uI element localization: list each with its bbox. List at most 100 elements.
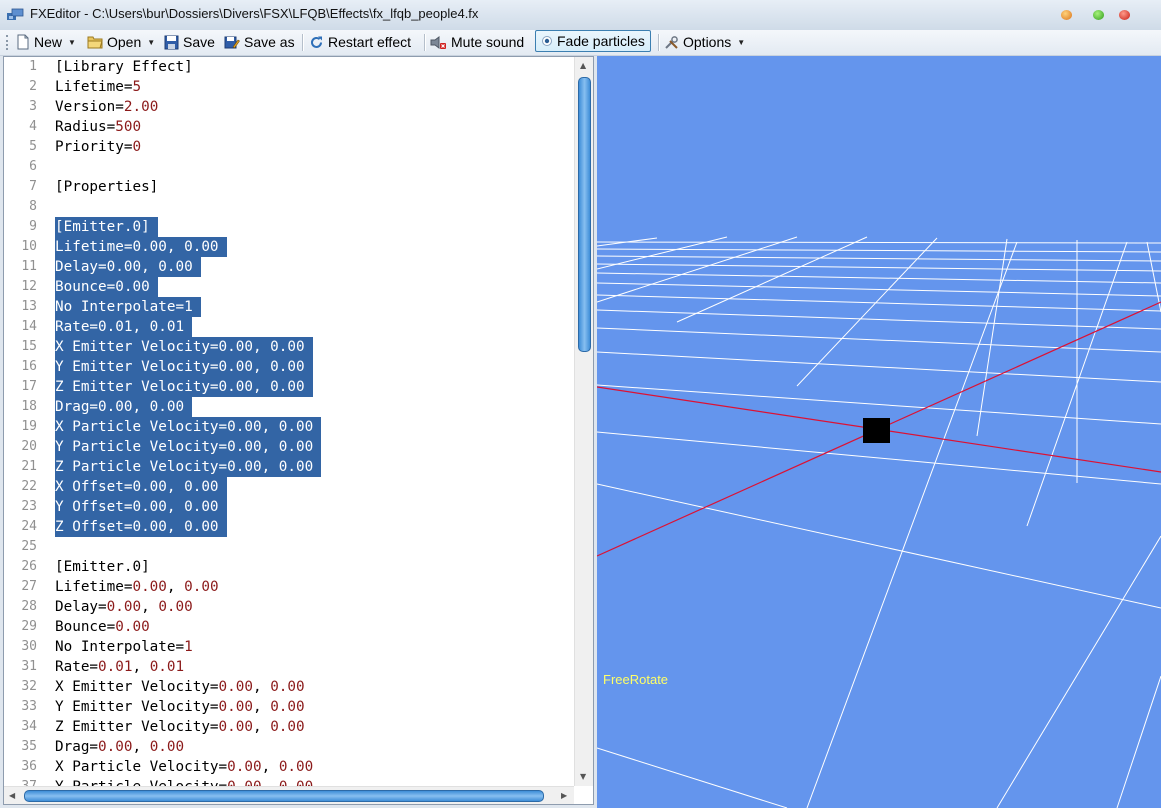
code-text[interactable]: [Properties] xyxy=(55,177,158,197)
code-text[interactable]: X Particle Velocity=0.00, 0.00 xyxy=(55,757,313,777)
code-line[interactable]: 28 Delay=0.00, 0.00 xyxy=(4,597,574,617)
code-line[interactable]: 33 Y Emitter Velocity=0.00, 0.00 xyxy=(4,697,574,717)
code-text[interactable]: Z Emitter Velocity=0.00, 0.00 xyxy=(55,717,305,737)
maximize-button[interactable] xyxy=(1093,10,1104,20)
selected-code-text[interactable]: Y Particle Velocity=0.00, 0.00 xyxy=(55,437,322,457)
code-line[interactable]: 32 X Emitter Velocity=0.00, 0.00 xyxy=(4,677,574,697)
code-line[interactable]: 26 [Emitter.0] xyxy=(4,557,574,577)
code-line[interactable]: 3 Version=2.00 xyxy=(4,97,574,117)
code-text[interactable]: Bounce=0.00 xyxy=(55,617,150,637)
code-text[interactable]: Lifetime=0.00, 0.00 xyxy=(55,577,219,597)
options-button[interactable]: Options ▼ xyxy=(664,32,745,52)
code-line[interactable]: 1 [Library Effect] xyxy=(4,57,574,77)
selected-code-text[interactable]: [Emitter.0] xyxy=(55,217,158,237)
selected-code-text[interactable]: Bounce=0.00 xyxy=(55,277,158,297)
line-number: 6 xyxy=(29,159,37,174)
code-text[interactable]: Version=2.00 xyxy=(55,97,158,117)
selected-code-text[interactable]: X Particle Velocity=0.00, 0.00 xyxy=(55,417,322,437)
code-line[interactable]: 27 Lifetime=0.00, 0.00 xyxy=(4,577,574,597)
code-line[interactable]: 7 [Properties] xyxy=(4,177,574,197)
code-text[interactable]: Drag=0.00, 0.00 xyxy=(55,737,184,757)
code-editor[interactable]: 1 [Library Effect] 2 Lifetime=5 3 Version=2.0… xyxy=(3,56,594,805)
code-line[interactable]: 5 Priority=0 xyxy=(4,137,574,157)
scroll-left-arrow-icon[interactable]: ◀ xyxy=(9,791,15,800)
code-line[interactable]: 31 Rate=0.01, 0.01 xyxy=(4,657,574,677)
selected-code-text[interactable]: Delay=0.00, 0.00 xyxy=(55,257,201,277)
code-text[interactable]: Delay=0.00, 0.00 xyxy=(55,597,193,617)
code-line[interactable]: 18 Drag=0.00, 0.00 xyxy=(4,397,574,417)
code-line[interactable]: 36 X Particle Velocity=0.00, 0.00 xyxy=(4,757,574,777)
selected-code-text[interactable]: Lifetime=0.00, 0.00 xyxy=(55,237,227,257)
selected-code-text[interactable]: Rate=0.01, 0.01 xyxy=(55,317,193,337)
line-number: 26 xyxy=(21,559,37,574)
code-line[interactable]: 23 Y Offset=0.00, 0.00 xyxy=(4,497,574,517)
restart-effect-button[interactable]: Restart effect xyxy=(309,32,411,52)
code-line[interactable]: 12 Bounce=0.00 xyxy=(4,277,574,297)
code-line[interactable]: 15 X Emitter Velocity=0.00, 0.00 xyxy=(4,337,574,357)
new-dropdown-arrow-icon[interactable]: ▼ xyxy=(68,38,76,47)
code-line[interactable]: 21 Z Particle Velocity=0.00, 0.00 xyxy=(4,457,574,477)
code-line[interactable]: 25 xyxy=(4,537,574,557)
code-line[interactable]: 4 Radius=500 xyxy=(4,117,574,137)
open-button[interactable]: Open ▼ xyxy=(87,32,155,52)
preview-scene[interactable] xyxy=(597,56,1161,808)
code-text[interactable]: Radius=500 xyxy=(55,117,141,137)
selected-code-text[interactable]: Z Emitter Velocity=0.00, 0.00 xyxy=(55,377,313,397)
close-button[interactable] xyxy=(1119,10,1130,20)
code-line[interactable]: 16 Y Emitter Velocity=0.00, 0.00 xyxy=(4,357,574,377)
code-line[interactable]: 30 No Interpolate=1 xyxy=(4,637,574,657)
code-line[interactable]: 35 Drag=0.00, 0.00 xyxy=(4,737,574,757)
code-text[interactable]: [Emitter.0] xyxy=(55,557,150,577)
code-text[interactable]: Y Emitter Velocity=0.00, 0.00 xyxy=(55,697,305,717)
scroll-up-arrow-icon[interactable]: ▲ xyxy=(580,61,586,70)
code-line[interactable]: 17 Z Emitter Velocity=0.00, 0.00 xyxy=(4,377,574,397)
code-text[interactable]: [Library Effect] xyxy=(55,57,193,77)
open-dropdown-arrow-icon[interactable]: ▼ xyxy=(147,38,155,47)
emitter-particle-marker[interactable] xyxy=(863,418,890,443)
code-line[interactable]: 9 [Emitter.0] xyxy=(4,217,574,237)
code-line[interactable]: 10 Lifetime=0.00, 0.00 xyxy=(4,237,574,257)
selected-code-text[interactable]: Z Particle Velocity=0.00, 0.00 xyxy=(55,457,322,477)
window-title: FXEditor - C:\Users\bur\Dossiers\Divers\… xyxy=(30,6,479,21)
code-line[interactable]: 24 Z Offset=0.00, 0.00 xyxy=(4,517,574,537)
effect-preview-viewport[interactable]: FreeRotate xyxy=(597,56,1161,808)
code-line[interactable]: 11 Delay=0.00, 0.00 xyxy=(4,257,574,277)
save-as-button[interactable]: Save as xyxy=(224,32,295,52)
code-line[interactable]: 34 Z Emitter Velocity=0.00, 0.00 xyxy=(4,717,574,737)
code-text[interactable]: Rate=0.01, 0.01 xyxy=(55,657,184,677)
minimize-button[interactable] xyxy=(1061,10,1072,20)
toolbar-grip[interactable] xyxy=(6,35,11,50)
selected-code-text[interactable]: Y Offset=0.00, 0.00 xyxy=(55,497,227,517)
mute-sound-button[interactable]: Mute sound xyxy=(430,32,524,52)
code-line[interactable]: 19 X Particle Velocity=0.00, 0.00 xyxy=(4,417,574,437)
fade-particles-toggle[interactable]: Fade particles xyxy=(535,30,651,52)
vertical-scroll-thumb[interactable] xyxy=(578,77,591,352)
line-number: 36 xyxy=(21,759,37,774)
selected-code-text[interactable]: X Offset=0.00, 0.00 xyxy=(55,477,227,497)
code-line[interactable]: 14 Rate=0.01, 0.01 xyxy=(4,317,574,337)
save-button[interactable]: Save xyxy=(164,32,215,52)
code-text[interactable]: Priority=0 xyxy=(55,137,141,157)
selected-code-text[interactable]: Y Emitter Velocity=0.00, 0.00 xyxy=(55,357,313,377)
code-text[interactable]: X Emitter Velocity=0.00, 0.00 xyxy=(55,677,305,697)
code-line[interactable]: 2 Lifetime=5 xyxy=(4,77,574,97)
selected-code-text[interactable]: Z Offset=0.00, 0.00 xyxy=(55,517,227,537)
options-dropdown-arrow-icon[interactable]: ▼ xyxy=(737,38,745,47)
selected-code-text[interactable]: No Interpolate=1 xyxy=(55,297,201,317)
selected-code-text[interactable]: Drag=0.00, 0.00 xyxy=(55,397,193,417)
horizontal-scroll-thumb[interactable] xyxy=(24,790,544,802)
horizontal-scrollbar[interactable]: ◀ ▶ xyxy=(4,786,574,804)
code-text[interactable]: Lifetime=5 xyxy=(55,77,141,97)
new-button[interactable]: New ▼ xyxy=(16,32,76,52)
scroll-right-arrow-icon[interactable]: ▶ xyxy=(561,791,567,800)
code-line[interactable]: 29 Bounce=0.00 xyxy=(4,617,574,637)
code-line[interactable]: 8 xyxy=(4,197,574,217)
code-line[interactable]: 6 xyxy=(4,157,574,177)
scroll-down-arrow-icon[interactable]: ▼ xyxy=(580,772,586,781)
code-line[interactable]: 20 Y Particle Velocity=0.00, 0.00 xyxy=(4,437,574,457)
code-line[interactable]: 13 No Interpolate=1 xyxy=(4,297,574,317)
code-line[interactable]: 22 X Offset=0.00, 0.00 xyxy=(4,477,574,497)
vertical-scrollbar[interactable]: ▲ ▼ xyxy=(574,57,593,786)
code-text[interactable]: No Interpolate=1 xyxy=(55,637,193,657)
selected-code-text[interactable]: X Emitter Velocity=0.00, 0.00 xyxy=(55,337,313,357)
